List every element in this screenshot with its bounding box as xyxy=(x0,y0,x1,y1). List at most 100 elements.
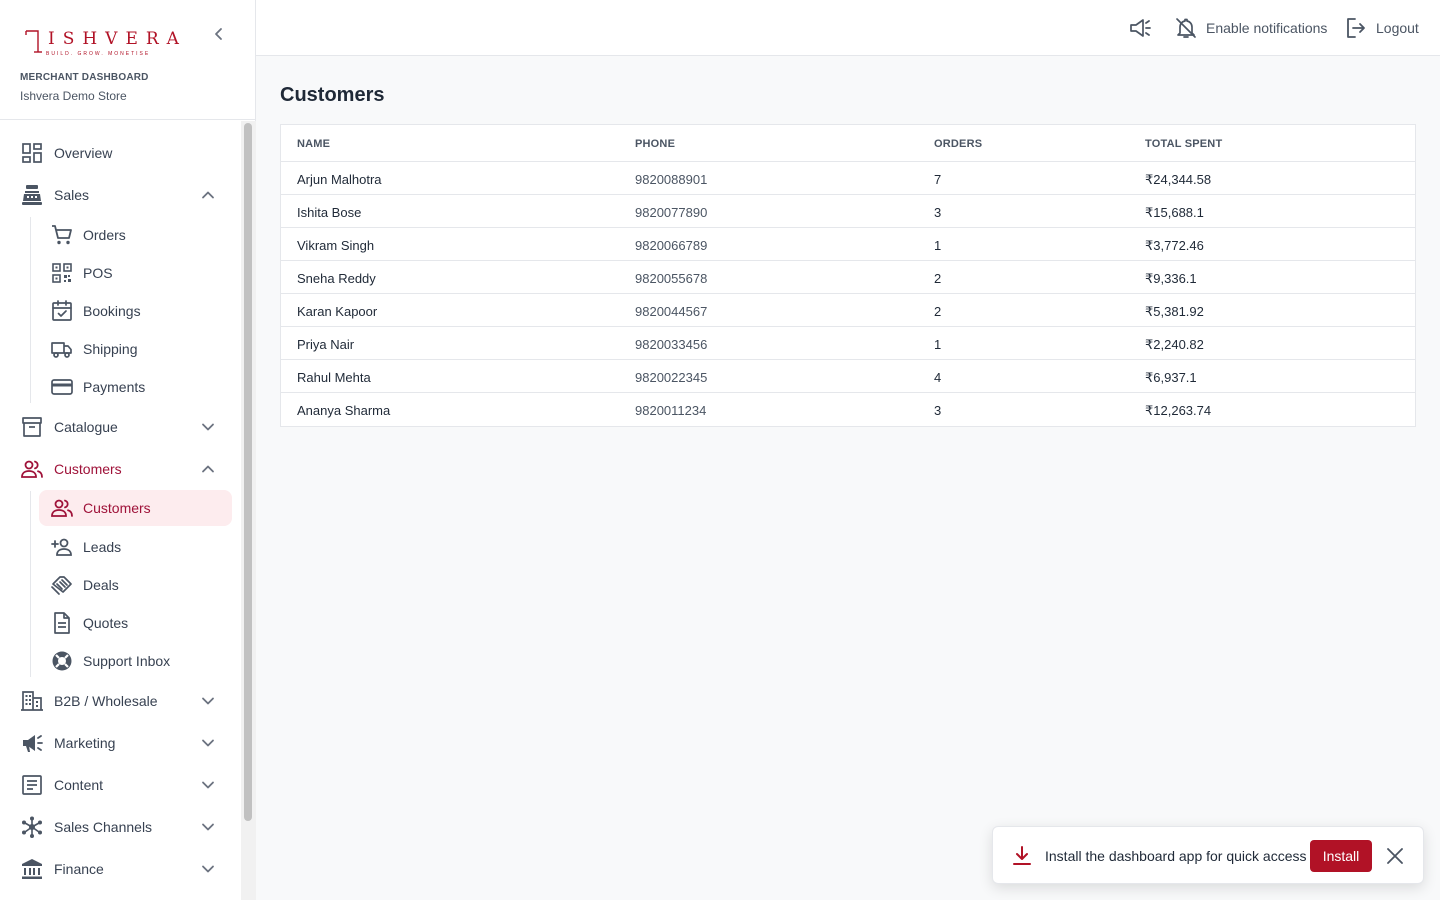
chevron-down-icon xyxy=(198,691,218,711)
chevron-down-icon xyxy=(198,859,218,879)
dashboard-caption: MERCHANT DASHBOARD xyxy=(20,72,149,83)
logout-label: Logout xyxy=(1376,20,1419,36)
sidebar-item-support-inbox[interactable]: Support Inbox xyxy=(39,643,232,679)
logo-text: ISHVERA xyxy=(48,29,187,49)
sidebar-item-label: Customers xyxy=(83,500,151,516)
close-icon[interactable] xyxy=(1385,846,1405,866)
scrollbar-thumb[interactable] xyxy=(244,123,252,821)
cell-name: Arjun Malhotra xyxy=(297,172,382,187)
logout-button[interactable]: Logout xyxy=(1344,16,1419,40)
sidebar-item-label: Sales xyxy=(54,187,90,203)
chevron-up-icon xyxy=(198,185,218,205)
people-icon xyxy=(50,496,74,520)
cell-phone: 9820077890 xyxy=(635,205,708,220)
top-bar: Enable notifications Logout xyxy=(256,0,1440,56)
chevron-left-icon xyxy=(215,28,222,40)
cell-orders: 3 xyxy=(934,403,942,418)
chevron-down-icon xyxy=(198,817,218,837)
announcements-button[interactable] xyxy=(1128,16,1152,40)
sidebar-item-label: Overview xyxy=(54,145,113,161)
column-header-orders[interactable]: ORDERS xyxy=(934,138,982,150)
table-row[interactable]: Ananya Sharma 9820011234 3 ₹12,263.74 xyxy=(281,393,1415,426)
chevron-up-icon xyxy=(198,459,218,479)
cell-orders: 2 xyxy=(934,271,942,286)
sidebar-item-catalogue[interactable]: Catalogue xyxy=(0,409,240,445)
table-row[interactable]: Sneha Reddy 9820055678 2 ₹9,336.1 xyxy=(281,261,1415,294)
table-row[interactable]: Rahul Mehta 9820022345 4 ₹6,937.1 xyxy=(281,360,1415,393)
sidebar-item-overview[interactable]: Overview xyxy=(0,135,240,171)
install-message: Install the dashboard app for quick acce… xyxy=(1045,848,1307,864)
article-icon xyxy=(20,773,44,797)
cell-total-spent: ₹5,381.92 xyxy=(1145,304,1204,319)
column-header-name[interactable]: NAME xyxy=(297,138,330,150)
sidebar-item-label: Deals xyxy=(83,577,119,593)
sidebar-item-label: Bookings xyxy=(83,303,141,319)
sidebar-item-label: Leads xyxy=(83,539,122,555)
sidebar-item-b2b-wholesale[interactable]: B2B / Wholesale xyxy=(0,683,240,719)
hub-icon xyxy=(20,815,44,839)
table-body: Arjun Malhotra 9820088901 7 ₹24,344.58 Ishit… xyxy=(281,162,1415,426)
cell-phone: 9820022345 xyxy=(635,370,708,385)
column-header-total-spent[interactable]: TOTAL SPENT xyxy=(1145,138,1222,150)
sidebar-item-bookings[interactable]: Bookings xyxy=(39,293,232,329)
install-app-toast: Install the dashboard app for quick acce… xyxy=(992,826,1424,884)
cell-name: Sneha Reddy xyxy=(297,271,376,286)
install-button[interactable]: Install xyxy=(1310,840,1372,872)
cell-phone: 9820055678 xyxy=(635,271,708,286)
sidebar-item-shipping[interactable]: Shipping xyxy=(39,331,232,367)
table-row[interactable]: Ishita Bose 9820077890 3 ₹15,688.1 xyxy=(281,195,1415,228)
sidebar-item-sales-channels[interactable]: Sales Channels xyxy=(0,809,240,845)
cell-name: Rahul Mehta xyxy=(297,370,371,385)
cell-orders: 1 xyxy=(934,337,942,352)
dashboard-icon xyxy=(20,141,44,165)
qr-code-icon xyxy=(50,261,74,285)
cart-icon xyxy=(50,223,74,247)
table-row[interactable]: Karan Kapoor 9820044567 2 ₹5,381.92 xyxy=(281,294,1415,327)
table-row[interactable]: Vikram Singh 9820066789 1 ₹3,772.46 xyxy=(281,228,1415,261)
sidebar-item-customers[interactable]: Customers xyxy=(0,451,240,487)
handshake-icon xyxy=(50,573,74,597)
bell-off-icon xyxy=(1174,16,1198,40)
lifebuoy-icon xyxy=(50,649,74,673)
sidebar-item-finance[interactable]: Finance xyxy=(0,851,240,887)
customers-table: NAME PHONE ORDERS TOTAL SPENT Arjun Malh… xyxy=(280,124,1416,427)
sidebar-item-deals[interactable]: Deals xyxy=(39,567,232,603)
sidebar-item-marketing[interactable]: Marketing xyxy=(0,725,240,761)
cell-phone: 9820033456 xyxy=(635,337,708,352)
enable-notifications-button[interactable]: Enable notifications xyxy=(1174,16,1327,40)
table-row[interactable]: Priya Nair 9820033456 1 ₹2,240.82 xyxy=(281,327,1415,360)
sidebar-scrollbar[interactable] xyxy=(241,121,256,900)
table-row[interactable]: Arjun Malhotra 9820088901 7 ₹24,344.58 xyxy=(281,162,1415,195)
cell-phone: 9820088901 xyxy=(635,172,708,187)
sidebar-item-label: Quotes xyxy=(83,615,129,631)
sidebar-item-leads[interactable]: Leads xyxy=(39,529,232,565)
cell-phone: 9820066789 xyxy=(635,238,708,253)
cell-total-spent: ₹12,263.74 xyxy=(1145,403,1212,418)
chevron-down-icon xyxy=(198,775,218,795)
collapse-sidebar-button[interactable] xyxy=(209,24,229,44)
sidebar-item-label: Sales Channels xyxy=(54,819,153,835)
cell-total-spent: ₹6,937.1 xyxy=(1145,370,1197,385)
credit-card-icon xyxy=(50,375,74,399)
sidebar-item-label: Marketing xyxy=(54,735,116,751)
sidebar-item-content[interactable]: Content xyxy=(0,767,240,803)
sidebar-item-customers-list[interactable]: Customers xyxy=(39,490,232,526)
download-icon xyxy=(1011,845,1033,867)
sidebar-nav: Overview Sales Orders POS Bookings Shipp… xyxy=(0,121,240,900)
sidebar-item-label: Finance xyxy=(54,861,104,877)
sidebar-item-label: Orders xyxy=(83,227,126,243)
column-header-phone[interactable]: PHONE xyxy=(635,138,675,150)
enable-notifications-label: Enable notifications xyxy=(1206,20,1328,36)
building-icon xyxy=(20,689,44,713)
sidebar-item-quotes[interactable]: Quotes xyxy=(39,605,232,641)
store-name: Ishvera Demo Store xyxy=(20,89,127,103)
cash-register-icon xyxy=(20,183,44,207)
sidebar-item-pos[interactable]: POS xyxy=(39,255,232,291)
sidebar-item-orders[interactable]: Orders xyxy=(39,217,232,253)
sidebar: ISHVERA BUILD. GROW. MONETISE MERCHANT D… xyxy=(0,0,256,900)
cell-name: Ananya Sharma xyxy=(297,403,391,418)
sidebar-item-label: Customers xyxy=(54,461,122,477)
cell-orders: 7 xyxy=(934,172,942,187)
sidebar-item-payments[interactable]: Payments xyxy=(39,369,232,405)
sidebar-item-sales[interactable]: Sales xyxy=(0,177,240,213)
